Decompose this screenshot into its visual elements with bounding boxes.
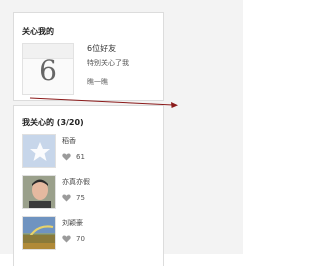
care-count-number: 6	[39, 54, 57, 87]
landscape-photo-avatar[interactable]	[22, 216, 56, 250]
person-name[interactable]: 稻香	[62, 136, 76, 146]
person-name[interactable]: 亦真亦假	[62, 177, 90, 187]
care-count: 61	[76, 153, 85, 161]
care-count: 75	[76, 194, 85, 202]
following-panel: 我关心的 (3/20) 稻香 61 亦真亦假 75 刘颖豪 70	[13, 105, 164, 266]
heart-icon	[62, 235, 71, 243]
heart-icon	[62, 194, 71, 202]
care-count-text: 6位好友	[87, 44, 117, 53]
look-link[interactable]: 瞧一瞧	[87, 77, 108, 87]
heart-icon	[62, 153, 71, 161]
care-count-calendar-icon: 6	[22, 43, 74, 95]
following-person[interactable]: 刘颖豪 70	[22, 216, 162, 250]
face-photo-avatar[interactable]	[22, 175, 56, 209]
person-name[interactable]: 刘颖豪	[62, 218, 83, 228]
annotation-arrow	[29, 97, 178, 108]
care-about-me-panel: 关心我的 6 6位好友 特别关心了我 瞧一瞧	[13, 12, 164, 101]
default-avatar[interactable]	[22, 134, 56, 168]
care-about-me-title: 关心我的	[22, 27, 54, 36]
following-title: 我关心的 (3/20)	[22, 118, 84, 127]
care-desc-text: 特别关心了我	[87, 59, 129, 67]
care-count: 70	[76, 235, 85, 243]
following-person[interactable]: 亦真亦假 75	[22, 175, 162, 209]
following-person[interactable]: 稻香 61	[22, 134, 162, 168]
